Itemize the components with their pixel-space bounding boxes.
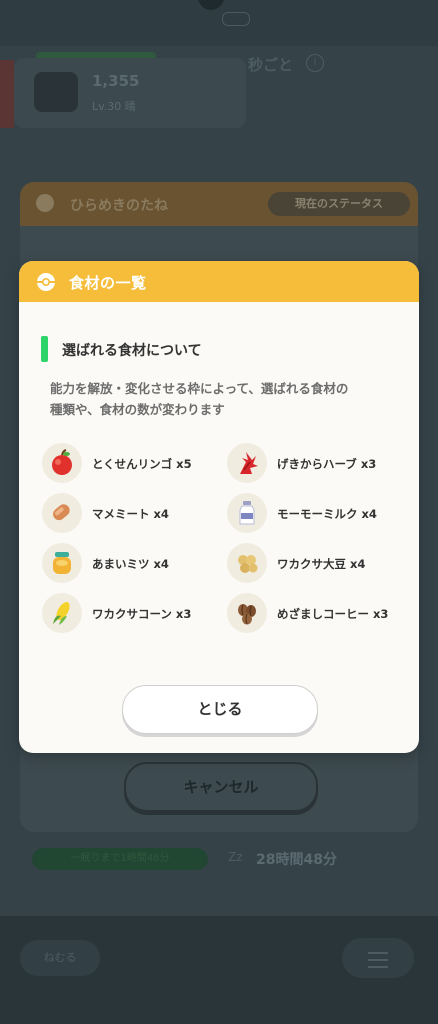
ingredient-label: ワカクサ大豆 x4 [277,557,366,571]
pokeball-icon [37,273,55,291]
card-accent [0,60,14,128]
ingredient-label: めざましコーヒー x3 [277,607,389,621]
ingredient-item: とくせんリンゴ x5 [42,443,222,483]
info-icon: i [306,54,324,72]
ingredient-item: ワカクサコーン x3 [42,593,222,633]
card-subtitle: Lv.30 晴 [92,100,136,113]
apple-icon [42,443,82,483]
corn-icon [42,593,82,633]
section-accent-bar [41,336,48,362]
ingredient-list-dialog: 食材の一覧 選ばれる食材について 能力を解放・変化させる枠によって、選ばれる食材… [19,261,419,753]
dialog-header: 食材の一覧 [19,261,419,302]
dialog-title: 食材の一覧 [69,274,147,292]
ingredient-item: モーモーミルク x4 [227,493,407,533]
ingredient-item: マメミート x4 [42,493,222,533]
ingredient-item: めざましコーヒー x3 [227,593,407,633]
current-status-button: 現在のステータス [268,192,410,216]
card-value: 1,355 [92,72,140,90]
ingredient-label: げきからハーブ x3 [277,457,377,471]
description-line: 能力を解放・変化させる枠によって、選ばれる食材の [50,381,349,396]
description-line: 種類や、食材の数が変わります [50,402,225,417]
fiery-herb-icon [227,443,267,483]
bean-sausage-icon [42,493,82,533]
cancel-button: キャンセル [124,762,318,812]
ingredient-label: とくせんリンゴ x5 [92,457,192,471]
ingredient-label: マメミート x4 [92,507,169,521]
section-title: 選ばれる食材について [62,343,202,359]
ingredient-label: ワカクサコーン x3 [92,607,192,621]
pokemon-figure [34,72,78,112]
top-pill-indicator [222,12,250,26]
milk-bottle-icon [227,493,267,533]
sleep-button: ねむる [20,940,100,976]
ingredient-item: げきからハーブ x3 [227,443,407,483]
soybeans-icon [227,543,267,583]
coffee-beans-icon [227,593,267,633]
close-button[interactable]: とじる [122,685,318,734]
sleep-progress-label: 一眠りまで1時間48分 [32,848,208,870]
ingredient-label: モーモーミルク x4 [277,507,377,521]
background-modal-title: ひらめきのたね [70,198,168,214]
description-text: 能力を解放・変化させる枠によって、選ばれる食材の 種類や、食材の数が変わります [50,378,395,420]
sleep-time: 28時間48分 [256,852,337,868]
pokeball-icon [36,194,54,212]
ingredient-item: あまいミツ x4 [42,543,222,583]
ingredient-label: あまいミツ x4 [92,557,169,571]
ingredient-item: ワカクサ大豆 x4 [227,543,407,583]
menu-icon [368,952,388,968]
honey-jar-icon [42,543,82,583]
background-heading: 秒ごと [248,56,294,74]
sleep-zz-icon: Zz [228,850,243,864]
